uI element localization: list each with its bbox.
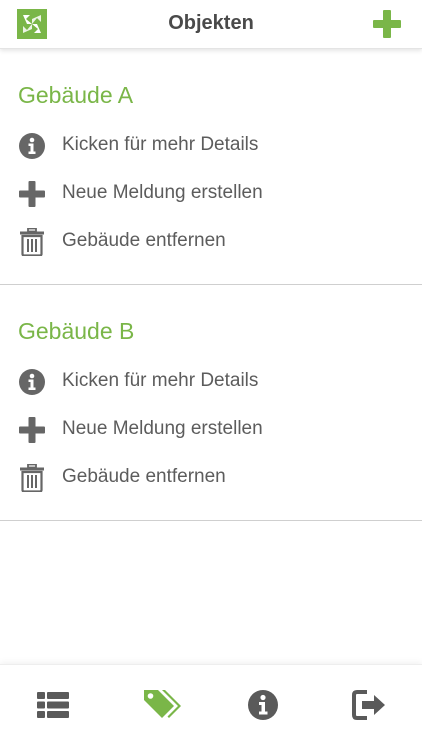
remove-building-label: Gebäude entfernen bbox=[62, 466, 226, 487]
plus-icon bbox=[19, 181, 45, 207]
remove-building-action[interactable]: Gebäude entfernen bbox=[14, 223, 394, 259]
list-icon[interactable] bbox=[35, 687, 71, 723]
building-title: Gebäude A bbox=[18, 82, 134, 108]
remove-building-action[interactable]: Gebäude entfernen bbox=[14, 459, 394, 495]
add-object-button[interactable] bbox=[372, 9, 402, 39]
info-icon[interactable] bbox=[245, 687, 281, 723]
page-title: Objekten bbox=[168, 12, 254, 34]
new-report-action[interactable]: Neue Meldung erstellen bbox=[14, 411, 394, 447]
building-card: Gebäude A Kicken für mehr Details Neue M… bbox=[0, 49, 422, 285]
plus-icon bbox=[19, 417, 45, 443]
app-logo-icon[interactable] bbox=[17, 9, 47, 39]
details-label: Kicken für mehr Details bbox=[62, 134, 259, 155]
info-icon bbox=[19, 369, 45, 395]
trash-icon bbox=[20, 464, 44, 492]
app-screen: Objekten Gebäude A Kicken für mehr Detai… bbox=[0, 0, 422, 750]
top-bar: Objekten bbox=[0, 0, 422, 49]
new-report-label: Neue Meldung erstellen bbox=[62, 418, 263, 439]
building-title: Gebäude B bbox=[18, 318, 135, 344]
details-action[interactable]: Kicken für mehr Details bbox=[14, 127, 394, 163]
building-card: Gebäude B Kicken für mehr Details Neue M… bbox=[0, 285, 422, 521]
details-label: Kicken für mehr Details bbox=[62, 370, 259, 391]
logout-icon[interactable] bbox=[351, 687, 387, 723]
remove-building-label: Gebäude entfernen bbox=[62, 230, 226, 251]
trash-icon bbox=[20, 228, 44, 256]
new-report-label: Neue Meldung erstellen bbox=[62, 182, 263, 203]
new-report-action[interactable]: Neue Meldung erstellen bbox=[14, 175, 394, 211]
info-icon bbox=[19, 133, 45, 159]
details-action[interactable]: Kicken für mehr Details bbox=[14, 363, 394, 399]
bottom-nav bbox=[0, 664, 422, 750]
object-list: Gebäude A Kicken für mehr Details Neue M… bbox=[0, 49, 422, 521]
tags-icon[interactable] bbox=[142, 687, 182, 723]
